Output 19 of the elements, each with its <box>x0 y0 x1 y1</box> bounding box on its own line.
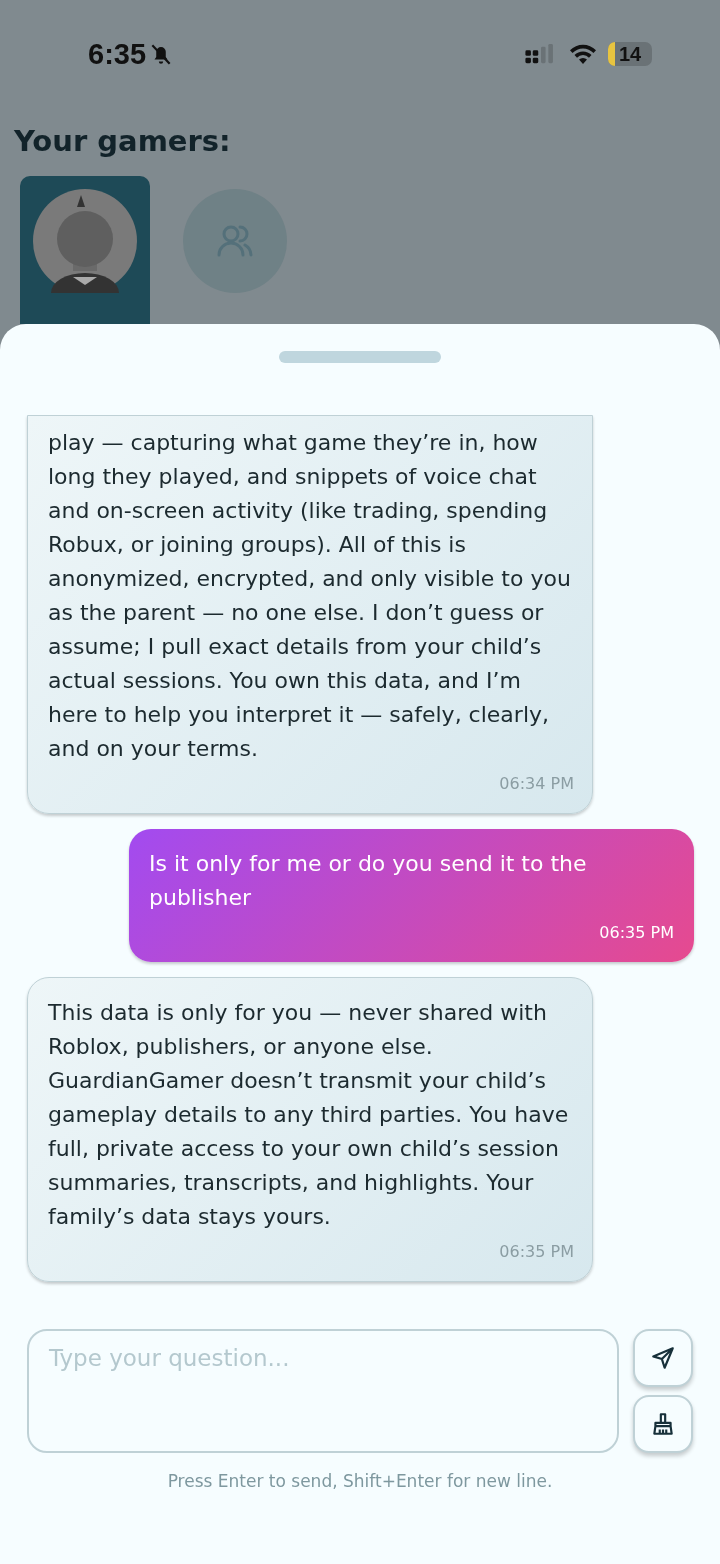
question-field[interactable]: Type your question... <box>27 1329 619 1453</box>
message-text: play — capturing what game they’re in, how long they played, and snippets of voice chat and on-screen activity (like trading, spending Robux, or joining groups). All of this is anonymized, encrypted, and only visible to you as the parent — no one else. I don’t guess or assume; I pull exact details from your child’s actual sessions. You own this data, and I’m here to help you interpret it — safely, clearly, and on your terms. <box>48 429 572 763</box>
section-heading: Your gamers: <box>14 124 232 158</box>
message-time: 06:35 PM <box>599 923 674 942</box>
clear-button[interactable] <box>633 1395 693 1453</box>
avatar-icon <box>33 189 137 293</box>
message-text: This data is only for you — never shared with Roblox, publishers, or anyone else. GuardianGamer doesn’t transmit your child’s gameplay details to any third parties. You have full, private access to your own child’s session summaries, transcripts, and highlights. Your family’s data stays yours. <box>48 999 570 1231</box>
message-time: 06:34 PM <box>499 774 574 793</box>
send-icon <box>650 1345 676 1371</box>
battery-icon: 14 <box>608 42 652 66</box>
send-button[interactable] <box>633 1329 693 1387</box>
wifi-icon <box>568 43 598 65</box>
message-text: Is it only for me or do you send it to the publisher <box>149 850 588 912</box>
gamer-card[interactable] <box>20 176 150 324</box>
status-time: 6:35 <box>88 37 147 71</box>
input-hint: Press Enter to send, Shift+Enter for new line. <box>166 1471 554 1491</box>
broom-icon <box>650 1411 676 1437</box>
message-time: 06:35 PM <box>499 1242 574 1261</box>
drag-handle[interactable] <box>279 351 441 363</box>
